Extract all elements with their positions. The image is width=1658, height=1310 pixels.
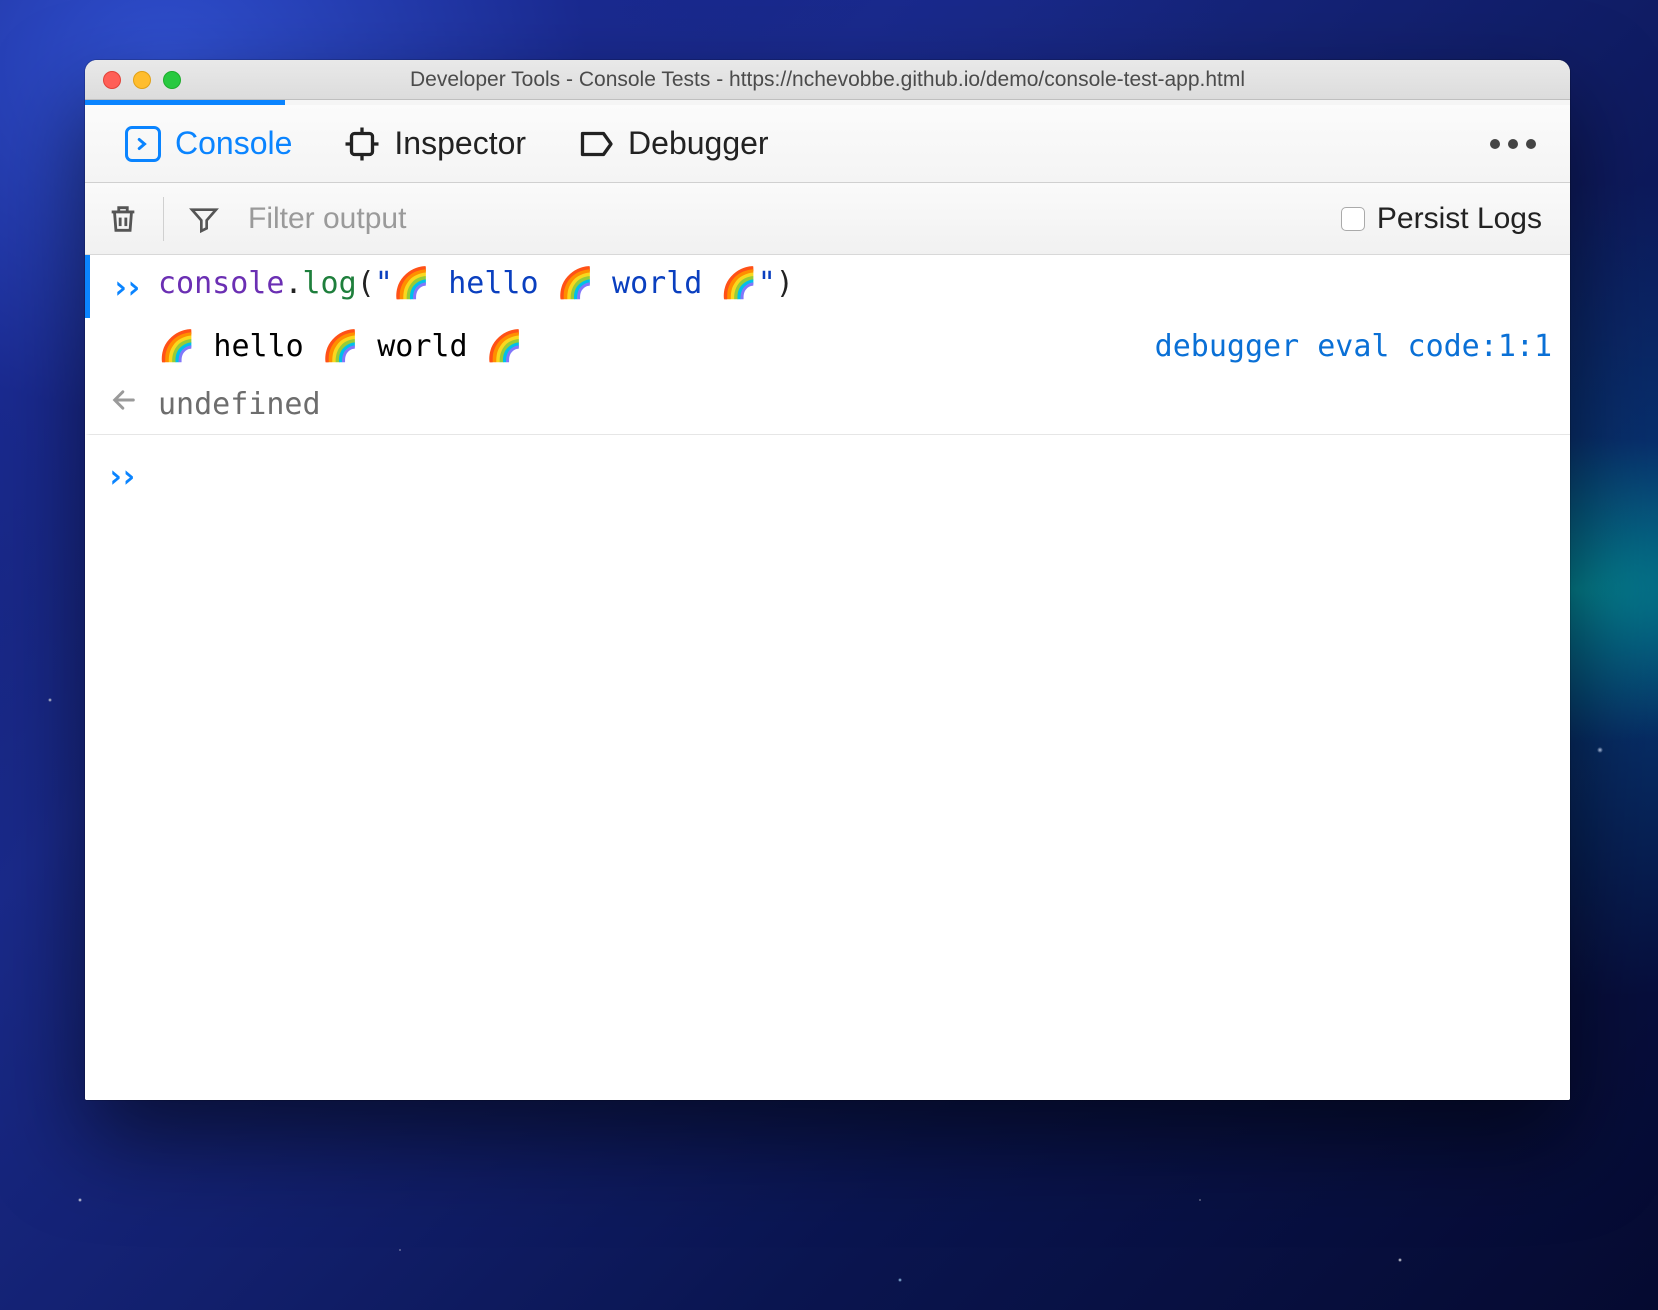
log-gutter [90,326,158,328]
loading-progress-bar [85,100,1570,105]
minimize-window-button[interactable] [133,71,151,89]
console-output[interactable]: ›› console.log("🌈 hello 🌈 world 🌈") 🌈 he… [85,255,1570,1100]
log-content: 🌈 hello 🌈 world 🌈 debugger eval code:1:1 [158,326,1552,368]
zoom-window-button[interactable] [163,71,181,89]
tab-console[interactable]: Console [99,115,318,172]
log-text: 🌈 hello 🌈 world 🌈 [158,329,523,364]
dot-icon [1526,139,1536,149]
token-punct: ( [357,266,375,301]
tab-label: Inspector [394,125,526,162]
devtools-window: Developer Tools - Console Tests - https:… [85,60,1570,1100]
filter-icon-button[interactable] [184,199,224,239]
window-controls [85,71,181,89]
inspector-icon [344,126,380,162]
tab-label: Debugger [628,125,769,162]
source-location-link[interactable]: debugger eval code:1:1 [1135,326,1552,368]
console-prompt[interactable]: ›› [85,435,1570,503]
result-arrow-icon [90,384,158,414]
overflow-menu-button[interactable] [1490,139,1556,149]
token-punct: ) [776,266,794,301]
token-object: console [158,266,284,301]
window-title: Developer Tools - Console Tests - https:… [85,68,1570,92]
source-col: 1 [1534,329,1552,364]
token-punct: . [284,266,302,301]
titlebar[interactable]: Developer Tools - Console Tests - https:… [85,60,1570,100]
tool-tabs: Console Inspector Debugger [85,105,1570,183]
token-method: log [303,266,357,301]
token-string: " [375,266,393,301]
token-undefined: undefined [158,387,321,422]
source-line: 1 [1498,329,1516,364]
tab-debugger[interactable]: Debugger [552,115,795,172]
token-string: 🌈 hello 🌈 world 🌈 [393,266,758,301]
console-toolbar: Persist Logs [85,183,1570,255]
tab-inspector[interactable]: Inspector [318,115,552,172]
source-file: debugger eval code [1155,329,1480,364]
toolbar-divider [163,197,164,241]
prompt-chevron-icon: ›› [85,457,153,495]
persist-logs-label: Persist Logs [1377,202,1542,236]
console-icon [125,126,161,162]
console-log-message[interactable]: 🌈 hello 🌈 world 🌈 debugger eval code:1:1 [85,318,1570,376]
dot-icon [1490,139,1500,149]
dot-icon [1508,139,1518,149]
debugger-icon [578,126,614,162]
persist-logs-toggle[interactable]: Persist Logs [1341,202,1552,236]
filter-input[interactable] [244,196,1321,242]
tab-label: Console [175,125,292,162]
result-value: undefined [158,384,1552,426]
console-input-echo[interactable]: ›› console.log("🌈 hello 🌈 world 🌈") [85,255,1570,318]
clear-console-button[interactable] [103,199,143,239]
input-chevron-icon: ›› [90,263,158,310]
persist-logs-checkbox[interactable] [1341,207,1365,231]
console-result[interactable]: undefined [85,376,1570,435]
close-window-button[interactable] [103,71,121,89]
token-string: " [758,266,776,301]
input-code: console.log("🌈 hello 🌈 world 🌈") [158,263,1552,305]
